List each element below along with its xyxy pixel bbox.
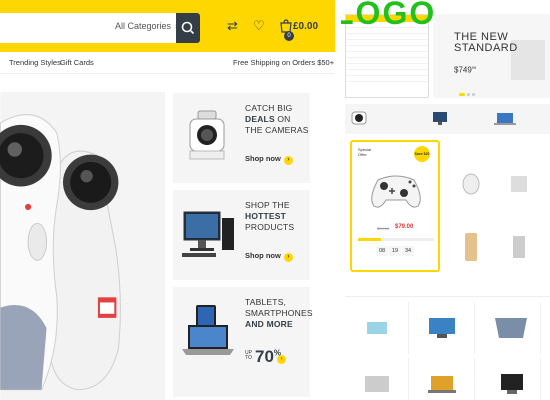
- chevron-right-icon: ›: [283, 156, 293, 165]
- product-card[interactable]: [453, 150, 489, 214]
- promo-tablets-smartphones[interactable]: TABLETS, SMARTPHONES AND MORE UP TO 70% …: [173, 287, 313, 397]
- chevron-right-icon[interactable]: ›: [277, 355, 286, 364]
- search-icon: [181, 21, 195, 35]
- mini-hero-price-cents: 99: [471, 65, 477, 70]
- cart-count-badge: 0: [284, 31, 294, 41]
- product-card[interactable]: [413, 358, 475, 400]
- search-button[interactable]: [176, 13, 200, 43]
- timer-minutes: 19: [389, 246, 401, 256]
- full-page-thumbnail: LOGO THE NEW STANDARD $74999 Special Off…: [341, 0, 550, 400]
- product-card[interactable]: [501, 150, 537, 214]
- promo-cameras-text: CATCH BIG DEALS ON THE CAMERAS: [245, 103, 309, 136]
- slider-dot-active[interactable]: [459, 93, 465, 96]
- product-card[interactable]: [413, 302, 475, 354]
- nav-link-gift-cards[interactable]: Gift Cards: [60, 58, 94, 67]
- promo-hottest-text: SHOP THE HOTTEST PRODUCTS: [245, 200, 294, 233]
- cart-total[interactable]: £0.00: [293, 21, 318, 32]
- chevron-right-icon: ›: [283, 253, 293, 262]
- product-card[interactable]: [479, 302, 541, 354]
- promo-tablets-line3: AND MORE: [245, 319, 293, 329]
- discount-value: 70: [255, 347, 274, 366]
- special-old-price: $99.00: [377, 226, 390, 231]
- product-image: [511, 176, 527, 192]
- product-card[interactable]: [453, 222, 489, 286]
- promo-cameras-line3: THE CAMERAS: [245, 125, 309, 135]
- timer-seconds: 34: [402, 246, 414, 256]
- product-card[interactable]: [347, 358, 409, 400]
- product-image: [429, 318, 455, 338]
- product-card[interactable]: [479, 358, 541, 400]
- product-image: [428, 376, 456, 393]
- product-tabs: [345, 287, 550, 297]
- promo-cameras-bold: DEALS: [245, 114, 275, 124]
- product-card[interactable]: [501, 222, 537, 286]
- special-offer-title: Special Offer: [358, 147, 371, 157]
- promo-hottest-line3: PRODUCTS: [245, 222, 295, 232]
- save-badge: Save $20: [414, 146, 430, 162]
- promo-cameras[interactable]: CATCH BIG DEALS ON THE CAMERAS Shop now ›: [173, 93, 310, 183]
- secondary-nav: Trending Styles Gift Cards Free Shipping…: [0, 52, 335, 74]
- category-select-label: All Categories: [115, 21, 172, 31]
- product-image: [501, 374, 523, 394]
- shop-now-label: Shop now: [245, 251, 281, 260]
- mini-camera-image: [351, 111, 367, 125]
- countdown-timer: 08 19 34: [376, 246, 415, 256]
- shop-now-cameras-link[interactable]: Shop now ›: [245, 154, 293, 165]
- slider-dots[interactable]: [459, 83, 489, 96]
- mini-promo-cameras[interactable]: [349, 105, 429, 133]
- category-select[interactable]: All Categories⇕: [115, 21, 180, 31]
- wishlist-icon[interactable]: ♡: [253, 18, 265, 34]
- product-image: [495, 318, 527, 338]
- shop-now-hottest-link[interactable]: Shop now ›: [245, 251, 293, 262]
- promo-cameras-line1: CATCH BIG: [245, 103, 293, 113]
- slider-dot[interactable]: [467, 93, 470, 96]
- availability-bar-fill: [358, 238, 381, 241]
- promo-hottest-bold: HOTTEST: [245, 211, 287, 221]
- laptop-tablet-image: [182, 305, 234, 355]
- nav-link-trending-styles[interactable]: Trending Styles: [9, 58, 61, 67]
- mini-hero-price-value: $749: [454, 65, 472, 75]
- list-item[interactable]: [346, 76, 428, 82]
- product-image: [365, 376, 389, 392]
- free-shipping-link[interactable]: Free Shipping on Orders $50+: [233, 58, 334, 67]
- promo-hottest-line1: SHOP THE: [245, 200, 290, 210]
- special-offer-title-2: Offer: [358, 152, 367, 157]
- timer-hours: 08: [376, 246, 388, 256]
- compare-icon[interactable]: ⇄: [227, 18, 238, 34]
- mini-hero-title: THE NEW STANDARD: [454, 32, 518, 54]
- mini-laptop-image: [494, 113, 516, 125]
- mini-hero-title-line2: STANDARD: [454, 42, 518, 54]
- product-image: [462, 173, 480, 195]
- special-offer-card[interactable]: Special Offer Save $20 $99.00 $79.00 08 1…: [350, 140, 440, 272]
- product-card[interactable]: [347, 302, 409, 354]
- mini-hero-price: $74999: [454, 65, 476, 75]
- shop-now-label: Shop now: [245, 154, 281, 163]
- product-image: [367, 322, 387, 334]
- mini-promo-tablets[interactable]: [493, 105, 550, 133]
- logo: LOGO: [341, 0, 437, 31]
- up-to-label: UP TO: [245, 350, 252, 361]
- smartphone-image: [465, 233, 477, 261]
- search-input[interactable]: All Categories⇕: [0, 13, 200, 43]
- hero-camera-image[interactable]: [0, 92, 165, 400]
- product-image: [513, 236, 525, 258]
- gamepad-image: [371, 175, 421, 208]
- mini-desktop-image: [433, 112, 447, 125]
- availability-bar: [358, 238, 434, 241]
- promo-tablets-line2: SMARTPHONES: [245, 308, 313, 318]
- header-bar: All Categories⇕ ⇄ ♡ 0 £0.00: [0, 0, 335, 52]
- mini-promo-hottest[interactable]: [431, 105, 491, 133]
- promo-tablets-text: TABLETS, SMARTPHONES AND MORE: [245, 297, 313, 330]
- special-new-price: $79.00: [395, 224, 414, 230]
- camera-product-image: [189, 110, 225, 160]
- promo-tablets-line1: TABLETS,: [245, 297, 287, 307]
- promo-cameras-line2: ON: [277, 114, 291, 124]
- promo-hottest-products[interactable]: SHOP THE HOTTEST PRODUCTS Shop now ›: [173, 190, 310, 280]
- mini-hero-banner[interactable]: [433, 14, 550, 98]
- slider-dot[interactable]: [472, 93, 475, 96]
- mini-hero-product-image: [433, 14, 550, 98]
- zoomed-store-view: All Categories⇕ ⇄ ♡ 0 £0.00 Trending Sty…: [0, 0, 335, 400]
- desktop-pc-image: [182, 211, 234, 257]
